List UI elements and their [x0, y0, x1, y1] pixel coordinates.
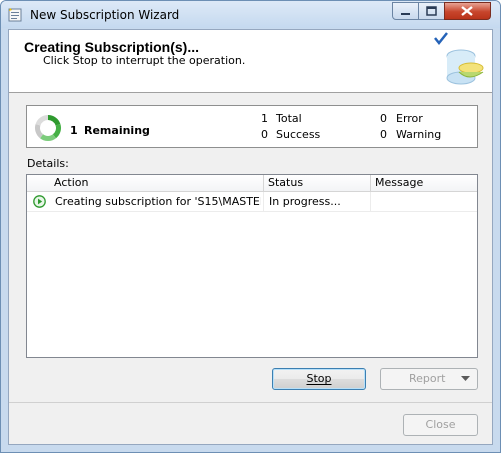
details-list[interactable]: Action Status Message Creating subscript… — [26, 174, 478, 358]
window-title: New Subscription Wizard — [30, 8, 180, 22]
details-header: Action Status Message — [27, 175, 477, 192]
minimize-button[interactable] — [392, 2, 419, 20]
warning-label: Warning — [396, 128, 442, 141]
spinner-icon — [34, 114, 62, 141]
dropdown-arrow-icon — [461, 376, 470, 381]
column-status[interactable]: Status — [268, 176, 303, 189]
warning-count: 0 — [380, 128, 387, 141]
column-action[interactable]: Action — [54, 176, 88, 189]
close-button[interactable]: Close — [403, 414, 478, 436]
column-divider[interactable] — [370, 175, 371, 191]
page-title: Creating Subscription(s)... — [24, 39, 200, 55]
progress-summary: 1 Remaining 1 Total 0 Success 0 Error 0 … — [26, 105, 478, 148]
close-window-button[interactable] — [444, 2, 491, 20]
report-label: Report — [409, 372, 446, 385]
footer-divider — [9, 402, 492, 403]
maximize-button[interactable] — [418, 2, 445, 20]
stop-label: Stop — [306, 372, 332, 385]
row-divider — [370, 192, 371, 211]
column-divider[interactable] — [263, 175, 264, 191]
details-label: Details: — [27, 157, 69, 170]
success-label: Success — [276, 128, 321, 141]
close-icon — [461, 6, 473, 16]
wizard-window: New Subscription Wizard Creating Subscri… — [0, 0, 501, 453]
report-button[interactable]: Report — [380, 368, 478, 390]
minimize-icon — [401, 13, 410, 15]
remaining-label: Remaining — [84, 124, 150, 137]
row-divider — [263, 192, 264, 211]
total-label: Total — [276, 112, 302, 125]
wizard-header: Creating Subscription(s)... Click Stop t… — [9, 30, 492, 93]
error-count: 0 — [380, 112, 387, 125]
column-message[interactable]: Message — [375, 176, 423, 189]
table-row[interactable]: Creating subscription for 'S15\MASTER...… — [27, 192, 477, 212]
row-action: Creating subscription for 'S15\MASTER... — [55, 195, 261, 208]
app-icon — [8, 8, 22, 22]
row-status: In progress... — [269, 195, 341, 208]
remaining-count: 1 — [70, 124, 78, 137]
page-subtitle: Click Stop to interrupt the operation. — [43, 54, 246, 67]
wizard-body: Creating Subscription(s)... Click Stop t… — [8, 29, 493, 445]
in-progress-icon — [33, 195, 46, 208]
maximize-icon — [426, 6, 437, 16]
wizard-icon — [434, 32, 484, 85]
success-count: 0 — [261, 128, 268, 141]
stop-button[interactable]: Stop — [272, 368, 366, 390]
title-bar[interactable]: New Subscription Wizard — [1, 1, 500, 28]
total-count: 1 — [261, 112, 268, 125]
close-label: Close — [425, 418, 456, 431]
error-label: Error — [396, 112, 423, 125]
